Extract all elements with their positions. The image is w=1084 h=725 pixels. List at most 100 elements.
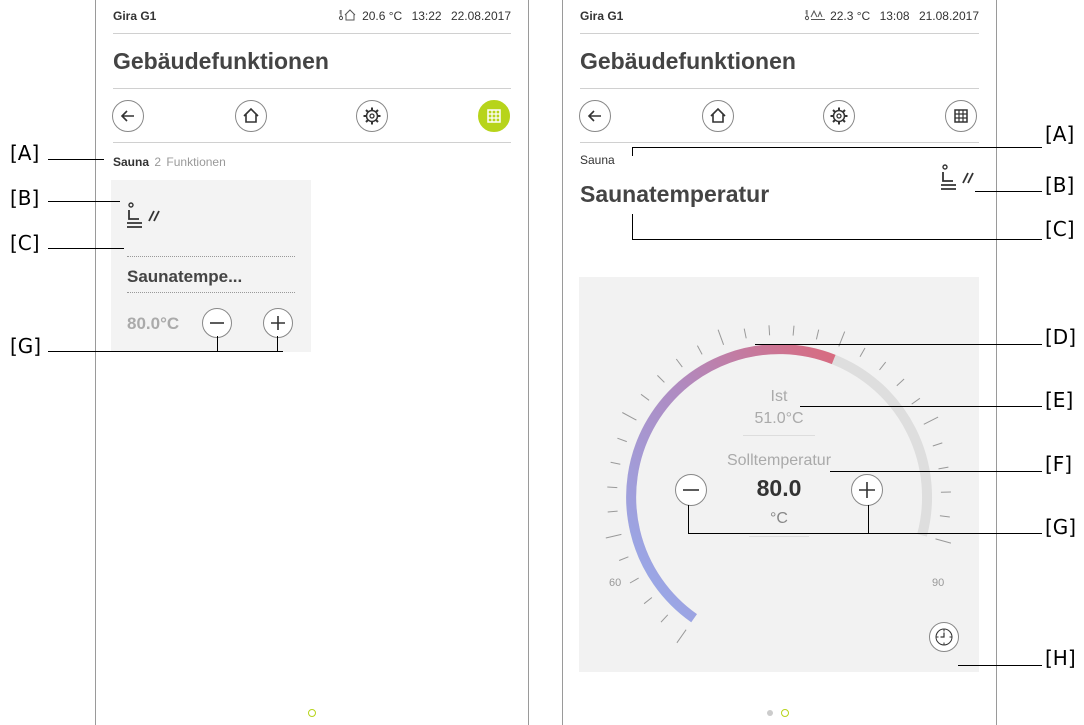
divider bbox=[113, 33, 511, 34]
dial-tick bbox=[935, 538, 952, 544]
leader-line bbox=[830, 471, 1042, 472]
leader-line bbox=[48, 248, 124, 249]
grid-icon bbox=[487, 109, 501, 123]
leader-line bbox=[688, 505, 689, 533]
dial-tick bbox=[896, 378, 905, 387]
dial-tick bbox=[619, 556, 629, 561]
dial-tick bbox=[657, 375, 665, 383]
divider bbox=[749, 536, 809, 537]
scale-max-label: 90 bbox=[932, 577, 945, 589]
callout-a-right: [A] bbox=[1045, 122, 1075, 146]
grid-view-button[interactable] bbox=[945, 100, 977, 132]
grid-view-button[interactable] bbox=[478, 100, 510, 132]
dial-tick bbox=[610, 461, 621, 465]
dial-tick bbox=[879, 361, 887, 371]
dial-tick bbox=[717, 329, 725, 345]
dial-tick bbox=[696, 345, 703, 355]
setpoint-label: Solltemperatur bbox=[726, 452, 832, 469]
dial-tick bbox=[939, 515, 950, 518]
increase-button[interactable] bbox=[263, 308, 293, 338]
divider bbox=[113, 88, 511, 89]
settings-button[interactable] bbox=[823, 100, 855, 132]
sauna-icon bbox=[127, 202, 160, 228]
decrease-button[interactable] bbox=[202, 308, 232, 338]
plus-icon bbox=[859, 482, 875, 498]
divider bbox=[743, 435, 815, 436]
tile-temperature-value: 80.0°C bbox=[127, 314, 180, 333]
clock-icon bbox=[935, 628, 953, 646]
plus-icon bbox=[271, 316, 285, 330]
back-arrow-icon bbox=[587, 110, 601, 122]
left-device-screen: Gira G1 20.6 °C 13:22 22.08.2017 Gebäude… bbox=[95, 0, 529, 725]
leader-line bbox=[755, 344, 1042, 345]
status-time: 13:08 bbox=[879, 9, 910, 23]
timer-button[interactable] bbox=[929, 622, 959, 652]
dial-tick bbox=[607, 510, 618, 513]
settings-gear-icon bbox=[830, 107, 848, 125]
dial-tick bbox=[938, 466, 949, 470]
decrease-button[interactable] bbox=[675, 474, 707, 506]
settings-gear-icon bbox=[363, 107, 381, 125]
home-button[interactable] bbox=[702, 100, 734, 132]
callout-g-left: [G] bbox=[10, 334, 42, 358]
tile-title: Saunatempe... bbox=[127, 267, 243, 286]
dial-tick bbox=[792, 325, 795, 336]
sauna-icon bbox=[941, 164, 974, 190]
device-brand: Gira G1 bbox=[113, 9, 157, 23]
dial-tick bbox=[643, 597, 653, 605]
breadcrumb-suffix: Funktionen bbox=[166, 155, 226, 169]
scale-min-label: 60 bbox=[609, 577, 622, 589]
status-date: 21.08.2017 bbox=[918, 9, 979, 23]
leader-line bbox=[48, 201, 120, 202]
status-temperature: 22.3 °C bbox=[830, 9, 871, 23]
callout-b-left: [B] bbox=[10, 186, 40, 210]
leader-line bbox=[217, 336, 218, 351]
callout-d-right: [D] bbox=[1045, 325, 1077, 349]
page-title: Gebäudefunktionen bbox=[580, 48, 796, 74]
status-bar: Gira G1 22.3 °C 13:08 21.08.2017 bbox=[580, 9, 979, 25]
callout-h-right: [H] bbox=[1045, 646, 1076, 670]
callout-a-left: [A] bbox=[10, 141, 40, 165]
back-button[interactable] bbox=[579, 100, 611, 132]
back-button[interactable] bbox=[112, 100, 144, 132]
breadcrumb: Sauna 2 Funktionen bbox=[113, 155, 226, 169]
function-tile[interactable]: Saunatempe... 80.0°C bbox=[111, 180, 311, 352]
page-indicator[interactable] bbox=[767, 710, 773, 716]
leader-line bbox=[632, 239, 1042, 240]
divider bbox=[127, 256, 295, 257]
thermometer-home-icon bbox=[338, 9, 356, 21]
home-button[interactable] bbox=[235, 100, 267, 132]
callout-c-left: [C] bbox=[10, 231, 40, 255]
device-brand: Gira G1 bbox=[580, 9, 624, 23]
callout-g-right: [G] bbox=[1045, 515, 1077, 539]
settings-button[interactable] bbox=[356, 100, 388, 132]
status-temperature: 20.6 °C bbox=[362, 9, 403, 23]
status-bar: Gira G1 20.6 °C 13:22 22.08.2017 bbox=[113, 9, 511, 25]
callout-f-right: [F] bbox=[1045, 452, 1073, 476]
minus-icon bbox=[683, 489, 699, 491]
setpoint-unit: °C bbox=[770, 510, 788, 527]
page-indicator-active[interactable] bbox=[308, 709, 316, 717]
dial-tick bbox=[743, 328, 747, 339]
callout-e-right: [E] bbox=[1045, 388, 1074, 412]
divider bbox=[127, 292, 295, 293]
callout-b-right: [B] bbox=[1045, 173, 1075, 197]
page-indicator-active[interactable] bbox=[781, 709, 789, 717]
leader-line bbox=[958, 665, 1042, 666]
dial-tick bbox=[622, 412, 637, 421]
status-time: 13:22 bbox=[411, 9, 442, 23]
breadcrumb-room[interactable]: Sauna bbox=[113, 155, 149, 169]
page-title: Gebäudefunktionen bbox=[113, 48, 329, 74]
increase-button[interactable] bbox=[851, 474, 883, 506]
leader-line bbox=[800, 406, 1042, 407]
room-label: Sauna bbox=[580, 153, 615, 167]
dial-tick bbox=[676, 629, 687, 644]
grid-icon bbox=[954, 109, 968, 123]
home-icon bbox=[243, 107, 259, 123]
status-date: 22.08.2017 bbox=[450, 9, 511, 23]
divider bbox=[580, 88, 979, 89]
dial-tick bbox=[923, 416, 939, 425]
leader-line bbox=[277, 336, 278, 351]
dial-tick bbox=[768, 325, 771, 336]
leader-line bbox=[868, 505, 869, 533]
